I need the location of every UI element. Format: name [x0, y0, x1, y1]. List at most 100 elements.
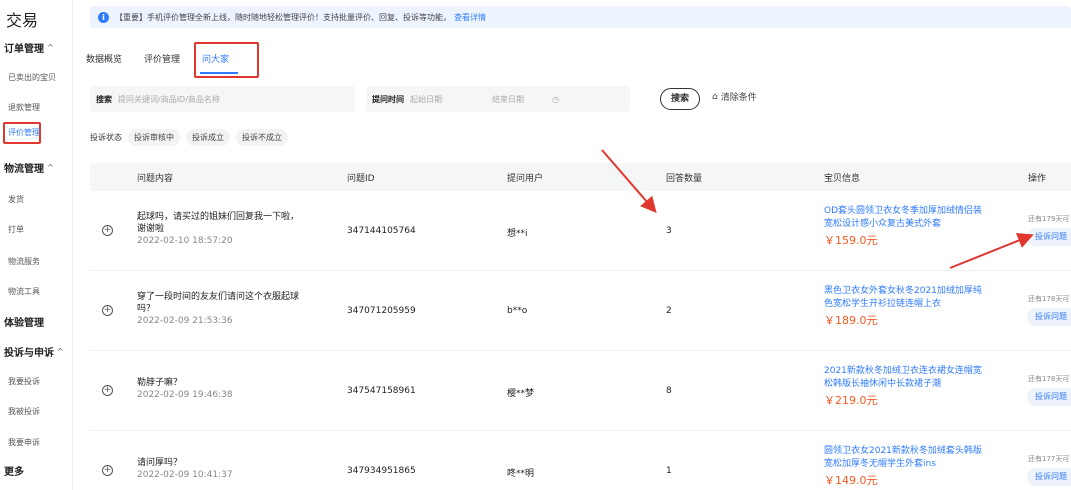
end-date-input[interactable]: 结束日期 — [492, 94, 524, 105]
sidebar-item-appeal[interactable]: 我要申诉 — [8, 437, 40, 448]
sidebar-item-file-complaint[interactable]: 我要投诉 — [8, 376, 40, 387]
question-cell: 起球吗，请买过的姐妹们回复我一下啦，谢谢啦 2022-02-10 18:57:2… — [137, 211, 307, 247]
asker: 想**i — [507, 229, 528, 239]
sidebar-group-experience[interactable]: 体验管理 — [4, 314, 44, 329]
question-id: 347547158961 — [347, 386, 416, 396]
tab-underline — [200, 72, 238, 74]
question-cell: 请问厚吗？ 2022-02-09 10:41:37 — [137, 457, 307, 481]
clear-filters-button[interactable]: ⌂ 清除条件 — [712, 90, 757, 104]
header-question-id: 问题ID — [347, 174, 375, 184]
caret-up-icon: ^ — [47, 43, 54, 52]
status-label: 投诉状态 — [90, 132, 122, 142]
question-id: 347071205959 — [347, 306, 416, 316]
caret-up-icon: ^ — [47, 163, 54, 172]
question-text: 请问厚吗？ — [137, 458, 183, 468]
table-header: 问题内容 问题ID 提问用户 回答数量 宝贝信息 操作 — [90, 163, 1071, 191]
header-item: 宝贝信息 — [824, 174, 861, 184]
question-cell: 勒脖子嘛？ 2022-02-09 19:46:38 — [137, 377, 307, 401]
sidebar-group-label: 体验管理 — [4, 318, 44, 329]
complain-button[interactable]: 投诉问题 — [1027, 468, 1071, 486]
days-remaining: 还有178天可 — [1028, 375, 1070, 383]
expand-icon[interactable]: + — [102, 465, 113, 476]
sidebar-group-label: 物流管理 — [4, 164, 44, 175]
table-row: + 请问厚吗？ 2022-02-09 10:41:37 347934951865… — [90, 431, 1071, 490]
table-row: + 起球吗，请买过的姐妹们回复我一下啦，谢谢啦 2022-02-10 18:57… — [90, 191, 1071, 271]
question-date: 2022-02-10 18:57:20 — [137, 236, 233, 246]
start-date-input[interactable]: 起始日期 — [410, 94, 442, 105]
tab-bar: 数据概览 评价管理 问大家 — [86, 50, 229, 70]
sidebar-item-logistics-service[interactable]: 物流服务 — [8, 256, 40, 267]
header-question: 问题内容 — [137, 174, 174, 184]
filter-bar: 搜索 提问关键词/商品ID/商品名称 提问时间 起始日期 结束日期 ◷ 搜索 ⌂… — [90, 86, 1071, 112]
time-label: 提问时间 — [372, 94, 404, 104]
sidebar-item-logistics-tools[interactable]: 物流工具 — [8, 286, 40, 297]
complain-button[interactable]: 投诉问题 — [1027, 228, 1071, 246]
notice-text: 【重要】手机评价管理全新上线，随时随地轻松管理评价！支持批量评价、回复、投诉等功… — [115, 12, 451, 22]
date-range-field[interactable]: 提问时间 起始日期 结束日期 ◷ — [366, 86, 630, 112]
question-text: 起球吗，请买过的姐妹们回复我一下啦，谢谢啦 — [137, 212, 300, 234]
sidebar-item-refund[interactable]: 退款管理 — [8, 102, 40, 113]
tab-review-management[interactable]: 评价管理 — [144, 50, 180, 70]
item-link[interactable]: OD套头圆领卫衣女冬季加厚加绒情侣装宽松设计感小众复古美式外套 — [824, 206, 982, 229]
table-row: + 勒脖子嘛？ 2022-02-09 19:46:38 347547158961… — [90, 351, 1071, 431]
sidebar-group-label: 订单管理 — [4, 44, 44, 55]
expand-icon[interactable]: + — [102, 225, 113, 236]
asker: 樱**梦 — [507, 389, 535, 399]
item-link[interactable]: 黑色卫衣女外套女秋冬2021加绒加厚纯色宽松学生开衫拉链连帽上衣 — [824, 286, 982, 309]
item-info: 黑色卫衣女外套女秋冬2021加绒加厚纯色宽松学生开衫拉链连帽上衣 ￥189.0元 — [824, 285, 984, 327]
item-price: ￥219.0元 — [824, 394, 878, 407]
item-price: ￥189.0元 — [824, 314, 878, 327]
table-row: + 穿了一段时间的友友们请问这个衣服起球吗？ 2022-02-09 21:53:… — [90, 271, 1071, 351]
chip-upheld[interactable]: 投诉成立 — [186, 128, 230, 146]
question-text: 勒脖子嘛？ — [137, 378, 183, 388]
days-remaining: 还有178天可 — [1028, 295, 1070, 303]
trash-icon: ⌂ — [712, 91, 718, 102]
info-icon: i — [98, 11, 109, 23]
search-field[interactable]: 搜索 提问关键词/商品ID/商品名称 — [90, 86, 355, 112]
expand-icon[interactable]: + — [102, 305, 113, 316]
clear-label: 清除条件 — [720, 93, 757, 103]
main-content: i 【重要】手机评价管理全新上线，随时随地轻松管理评价！支持批量评价、回复、投诉… — [74, 0, 1071, 490]
sidebar-group-more[interactable]: 更多 — [4, 463, 24, 478]
question-id: 347144105764 — [347, 226, 416, 236]
notice-banner: i 【重要】手机评价管理全新上线，随时随地轻松管理评价！支持批量评价、回复、投诉… — [90, 6, 1071, 28]
answer-count: 2 — [666, 306, 672, 316]
item-info: 圆领卫衣女2021新款秋冬加绒套头韩版宽松加厚冬无帽学生外套ins ￥149.0… — [824, 445, 984, 487]
sidebar: 交易 订单管理 ^ 已卖出的宝贝 退款管理 评价管理 物流管理 ^ 发货 打单 … — [0, 0, 73, 490]
complain-button[interactable]: 投诉问题 — [1027, 388, 1071, 406]
tab-ask-everyone[interactable]: 问大家 — [202, 50, 229, 70]
sidebar-group-label: 投诉与申诉 — [4, 348, 54, 359]
item-link[interactable]: 2021新款秋冬加绒卫衣连衣裙女连帽宽松韩版长袖休闲中长款裙子潮 — [824, 366, 982, 389]
sidebar-item-ship[interactable]: 发货 — [8, 194, 24, 205]
answer-count: 3 — [666, 226, 672, 236]
chip-reviewing[interactable]: 投诉审核中 — [128, 128, 180, 146]
sidebar-item-complained[interactable]: 我被投诉 — [8, 406, 40, 417]
complaint-status-row: 投诉状态 投诉审核中 投诉成立 投诉不成立 — [90, 128, 288, 146]
search-input[interactable]: 提问关键词/商品ID/商品名称 — [118, 94, 220, 105]
asker: b**o — [507, 306, 528, 316]
sidebar-group-label: 更多 — [4, 467, 24, 478]
complain-button[interactable]: 投诉问题 — [1027, 308, 1071, 326]
sidebar-group-order[interactable]: 订单管理 ^ — [4, 40, 54, 55]
clock-icon: ◷ — [552, 94, 559, 104]
sidebar-group-complaint[interactable]: 投诉与申诉 ^ — [4, 344, 64, 359]
expand-icon[interactable]: + — [102, 385, 113, 396]
header-user: 提问用户 — [507, 174, 544, 184]
item-link[interactable]: 圆领卫衣女2021新款秋冬加绒套头韩版宽松加厚冬无帽学生外套ins — [824, 446, 982, 469]
search-button[interactable]: 搜索 — [660, 88, 700, 110]
item-price: ￥149.0元 — [824, 474, 878, 487]
questions-table: 问题内容 问题ID 提问用户 回答数量 宝贝信息 操作 + 起球吗，请买过的姐妹… — [90, 163, 1071, 490]
notice-link[interactable]: 查看详情 — [454, 12, 486, 23]
sidebar-group-logistics[interactable]: 物流管理 ^ — [4, 160, 54, 175]
sidebar-item-sold[interactable]: 已卖出的宝贝 — [8, 72, 56, 83]
sidebar-item-print[interactable]: 打单 — [8, 224, 24, 235]
days-remaining: 还有179天可 — [1028, 215, 1070, 223]
question-date: 2022-02-09 21:53:36 — [137, 316, 233, 326]
chip-rejected[interactable]: 投诉不成立 — [236, 128, 288, 146]
question-date: 2022-02-09 10:41:37 — [137, 470, 233, 480]
item-info: OD套头圆领卫衣女冬季加厚加绒情侣装宽松设计感小众复古美式外套 ￥159.0元 — [824, 205, 984, 247]
tab-overview[interactable]: 数据概览 — [86, 50, 122, 70]
sidebar-item-review[interactable]: 评价管理 — [3, 122, 41, 144]
answer-count: 1 — [666, 466, 672, 476]
item-price: ￥159.0元 — [824, 234, 878, 247]
